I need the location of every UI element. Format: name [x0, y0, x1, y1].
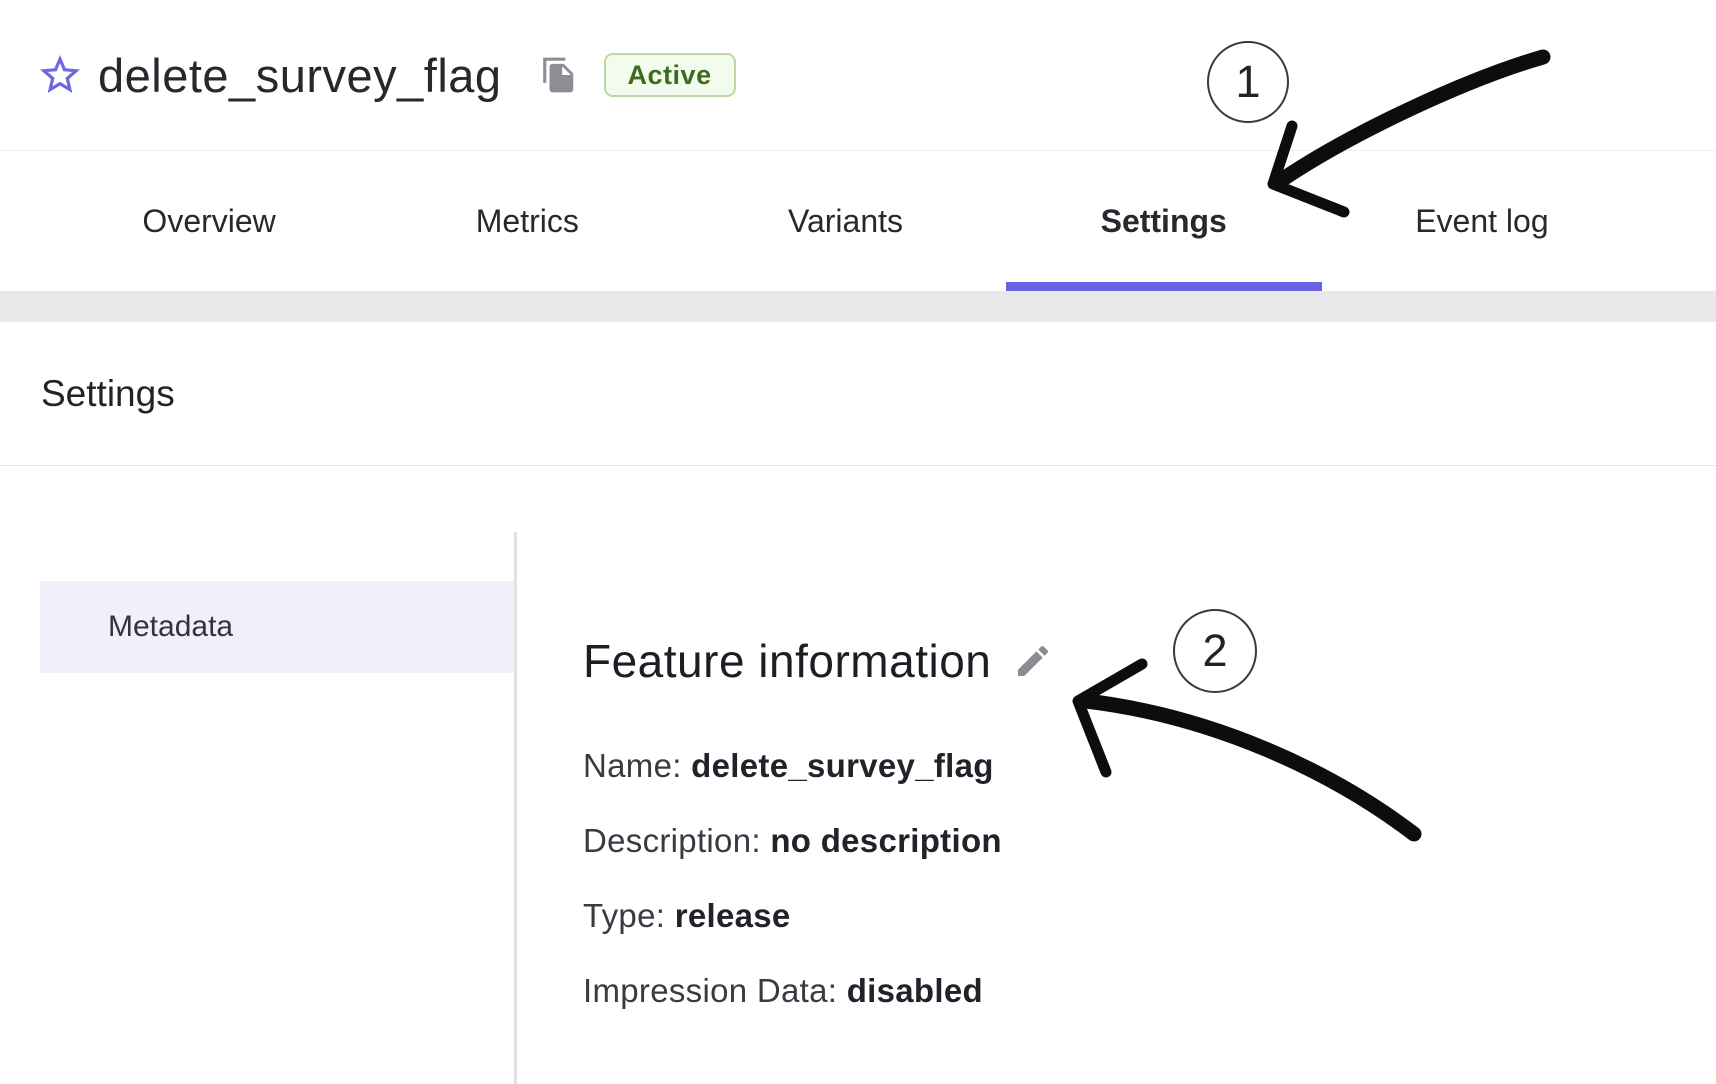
tabbar-separator-band	[0, 291, 1716, 322]
active-tab-indicator	[1006, 282, 1322, 291]
field-impression-data: Impression Data: disabled	[583, 970, 1283, 1012]
status-badge: Active	[604, 53, 736, 97]
tab-variants[interactable]: Variants	[686, 151, 1004, 291]
sidebar-item-metadata-label: Metadata	[108, 610, 233, 644]
tab-settings[interactable]: Settings	[1005, 151, 1323, 291]
annotation-step-1-number: 1	[1235, 56, 1260, 108]
field-name-value: delete_survey_flag	[691, 747, 994, 784]
tab-metrics[interactable]: Metrics	[368, 151, 686, 291]
field-type: Type: release	[583, 895, 1283, 937]
field-description-value: no description	[770, 822, 1002, 859]
section-heading-label: Settings	[41, 373, 175, 415]
tab-variants-label: Variants	[788, 203, 903, 240]
feature-information-title: Feature information	[583, 633, 991, 689]
field-description-label: Description:	[583, 822, 761, 859]
field-name-label: Name:	[583, 747, 682, 784]
annotation-step-2-number: 2	[1202, 625, 1227, 677]
field-description: Description: no description	[583, 820, 1283, 862]
pencil-icon[interactable]	[1013, 641, 1053, 681]
vertical-divider	[514, 532, 517, 1084]
page-title: delete_survey_flag	[98, 48, 502, 103]
section-heading: Settings	[0, 322, 1716, 466]
field-type-value: release	[675, 897, 791, 934]
tab-overview-label: Overview	[142, 203, 275, 240]
tab-event-log[interactable]: Event log	[1323, 151, 1641, 291]
tab-event-log-label: Event log	[1415, 203, 1548, 240]
field-name: Name: delete_survey_flag	[583, 745, 1283, 787]
annotation-step-2-circle: 2	[1173, 609, 1257, 693]
sidebar-item-metadata[interactable]: Metadata	[40, 581, 514, 673]
feature-information-fields: Name: delete_survey_flag Description: no…	[583, 745, 1283, 1012]
tab-settings-label: Settings	[1101, 203, 1227, 240]
page-header: delete_survey_flag Active	[0, 0, 1716, 151]
tab-overview[interactable]: Overview	[50, 151, 368, 291]
favorite-star-icon[interactable]	[36, 51, 84, 99]
file-copy-icon[interactable]	[540, 56, 578, 94]
tab-metrics-label: Metrics	[476, 203, 579, 240]
feature-flag-settings-page: delete_survey_flag Active Overview Metri…	[0, 0, 1716, 1084]
field-impression-data-label: Impression Data:	[583, 972, 837, 1009]
field-type-label: Type:	[583, 897, 665, 934]
field-impression-data-value: disabled	[847, 972, 983, 1009]
feature-information-panel: Feature information Name: delete_survey_…	[583, 633, 1283, 1012]
tab-bar: Overview Metrics Variants Settings Event…	[50, 151, 1641, 291]
annotation-step-1-circle: 1	[1207, 41, 1289, 123]
